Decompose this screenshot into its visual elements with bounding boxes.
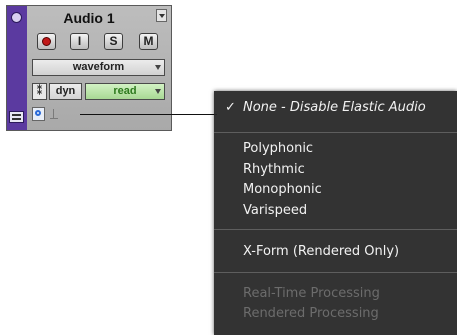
menu-item-monophonic[interactable]: Monophonic — [214, 180, 457, 200]
track-color-strip — [7, 6, 27, 130]
elastic-audio-menu: ✓ None - Disable Elastic Audio Polyphoni… — [214, 91, 457, 335]
mute-button[interactable]: M — [139, 33, 158, 50]
link-icon[interactable]: ⁑ — [32, 83, 47, 100]
dynamics-button[interactable]: dyn — [49, 83, 82, 100]
track-header: Audio 1 I S M waveform ⁑ dyn read — [6, 5, 172, 131]
track-controls: Audio 1 I S M waveform ⁑ dyn read — [27, 6, 171, 130]
menu-separator — [214, 229, 457, 230]
elastic-audio-row — [32, 107, 168, 124]
checkmark-icon: ✓ — [225, 100, 236, 115]
input-monitor-button[interactable]: I — [70, 33, 89, 50]
track-view-label: waveform — [72, 61, 125, 73]
menu-item-label: Polyphonic — [243, 141, 314, 156]
track-view-selector[interactable]: waveform — [32, 59, 165, 76]
callout-line — [80, 114, 217, 115]
menu-item-realtime-processing: Real-Time Processing — [214, 284, 457, 304]
track-select-indicator-icon[interactable] — [11, 12, 22, 23]
menu-item-rendered-processing: Rendered Processing — [214, 304, 457, 324]
menu-item-label: X-Form (Rendered Only) — [243, 244, 400, 259]
menu-item-varispeed[interactable]: Varispeed — [214, 201, 457, 221]
track-type-icon — [9, 111, 24, 123]
menu-separator — [214, 272, 457, 273]
menu-item-none[interactable]: ✓ None - Disable Elastic Audio — [214, 98, 457, 118]
chevron-down-icon — [155, 89, 161, 94]
menu-item-label: None - Disable Elastic Audio — [243, 100, 426, 115]
chevron-down-icon — [155, 65, 161, 70]
menu-item-label: Monophonic — [243, 182, 322, 197]
automation-mode-label: read — [113, 85, 137, 97]
automation-mode-selector[interactable]: read — [85, 83, 165, 100]
menu-separator — [214, 132, 457, 133]
record-icon — [42, 37, 51, 46]
track-name[interactable]: Audio 1 — [31, 9, 147, 27]
solo-button[interactable]: S — [104, 33, 123, 50]
menu-item-polyphonic[interactable]: Polyphonic — [214, 139, 457, 159]
menu-item-rhythmic[interactable]: Rhythmic — [214, 160, 457, 180]
menu-item-label: Rendered Processing — [243, 306, 379, 321]
menu-item-label: Real-Time Processing — [243, 286, 380, 301]
elastic-audio-icon[interactable] — [32, 107, 45, 121]
menu-item-label: Varispeed — [243, 203, 308, 218]
menu-item-xform[interactable]: X-Form (Rendered Only) — [214, 242, 457, 262]
record-enable-button[interactable] — [37, 33, 56, 50]
menu-item-label: Rhythmic — [243, 162, 305, 177]
track-menu-arrow[interactable] — [156, 9, 167, 22]
warp-indicator-icon — [50, 109, 58, 120]
